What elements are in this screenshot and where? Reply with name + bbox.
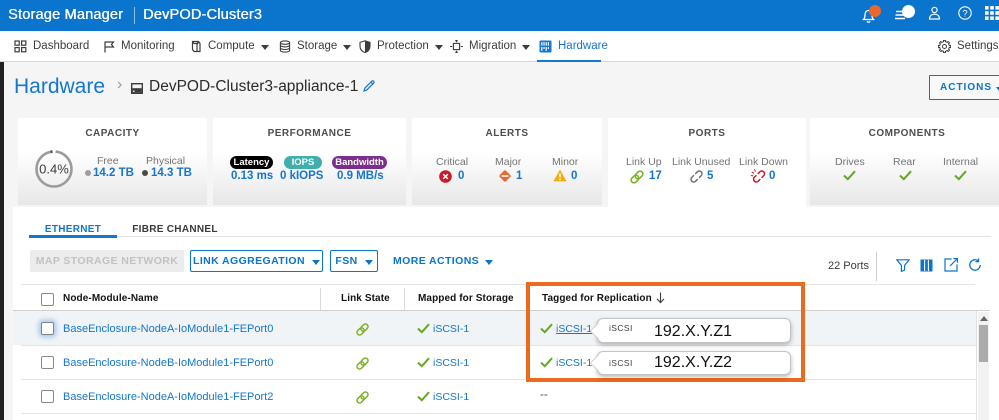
svg-text:0.4%: 0.4% — [39, 162, 69, 177]
svg-text:?: ? — [962, 8, 967, 19]
